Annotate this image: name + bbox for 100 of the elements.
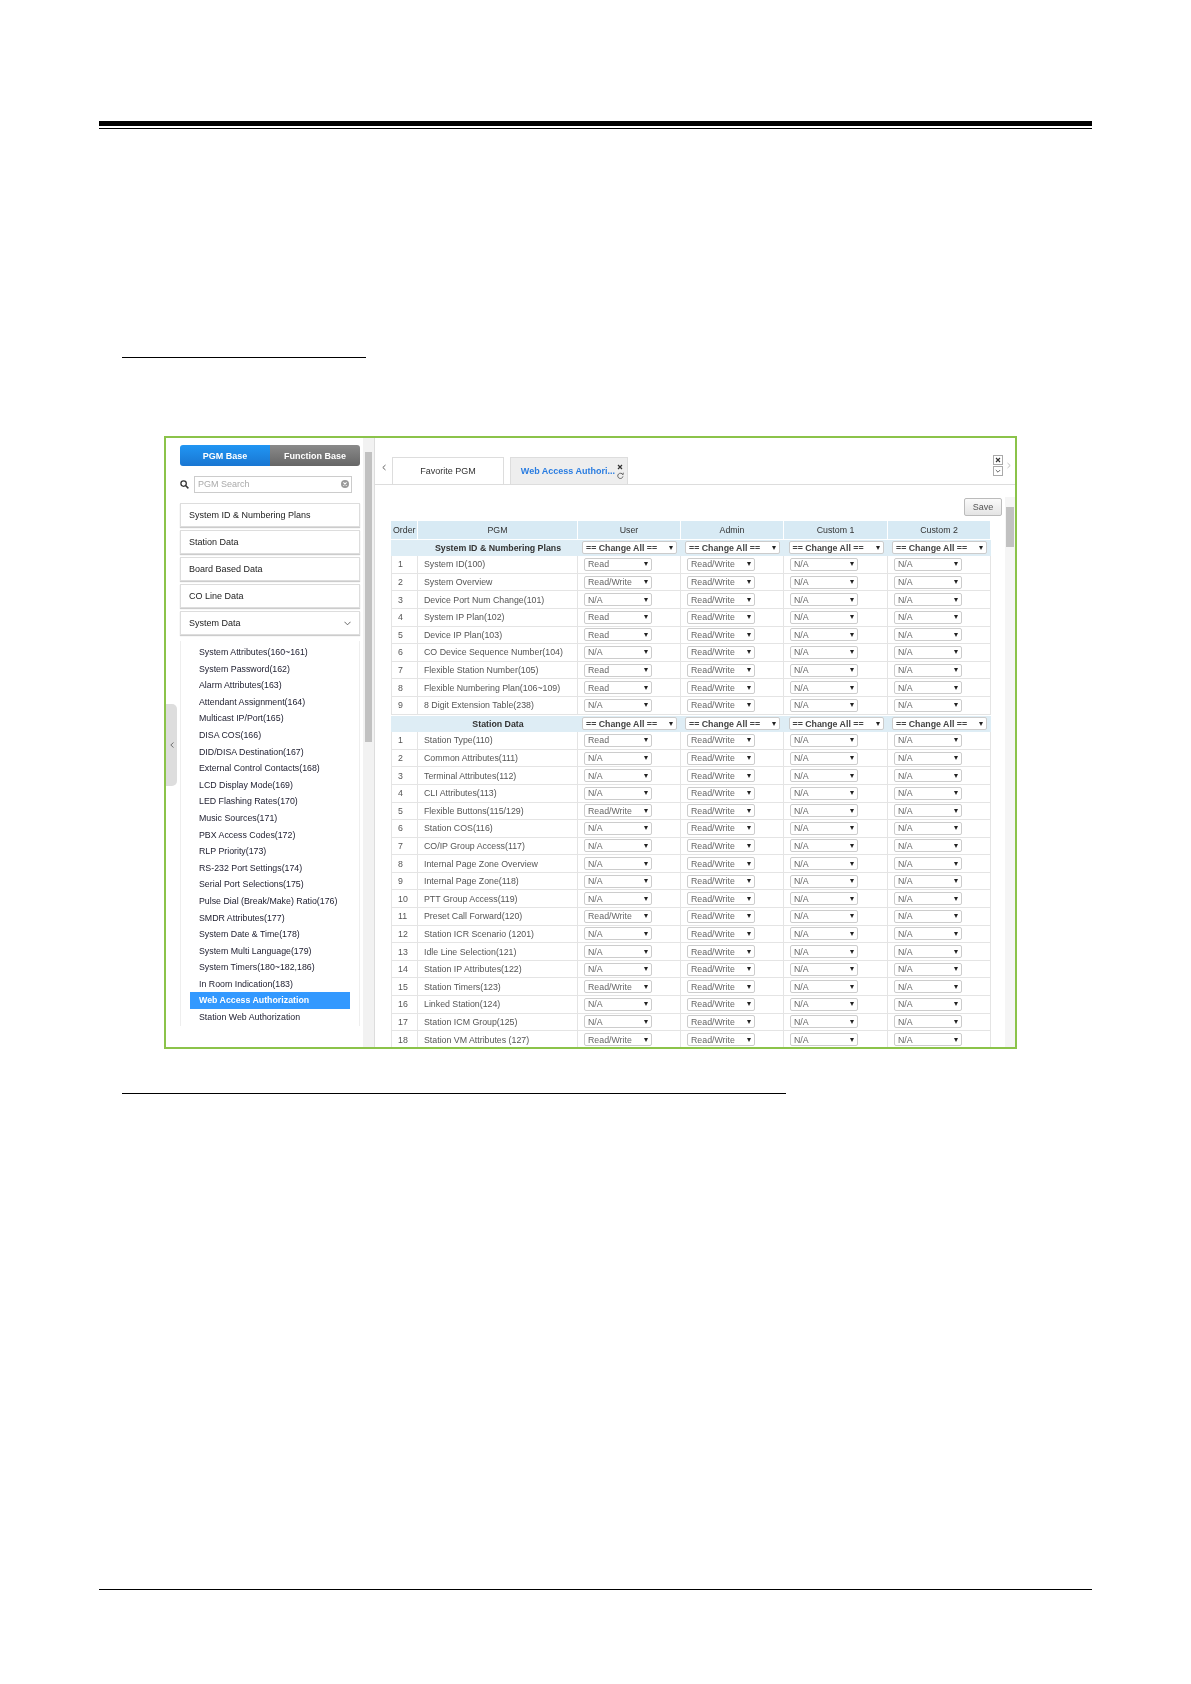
permission-dropdown[interactable]: N/A (584, 698, 652, 712)
permission-dropdown[interactable]: N/A (790, 945, 858, 959)
permission-dropdown[interactable]: Read/Write (687, 610, 755, 624)
permission-dropdown[interactable]: N/A (790, 769, 858, 783)
permission-dropdown[interactable]: N/A (790, 1015, 858, 1029)
permission-dropdown[interactable]: N/A (894, 786, 962, 800)
permission-dropdown[interactable]: N/A (790, 698, 858, 712)
permission-dropdown[interactable]: Read/Write (687, 909, 755, 923)
permission-dropdown[interactable]: N/A (790, 927, 858, 941)
permission-dropdown[interactable]: Read/Write (687, 698, 755, 712)
permission-dropdown[interactable]: Read/Write (687, 751, 755, 765)
permission-dropdown[interactable]: N/A (584, 839, 652, 853)
permission-dropdown[interactable]: N/A (790, 997, 858, 1011)
permission-dropdown[interactable]: N/A (790, 575, 858, 589)
nav-item[interactable]: In Room Indication(183) (190, 975, 350, 993)
permission-dropdown[interactable]: N/A (790, 804, 858, 818)
permission-dropdown[interactable]: N/A (894, 892, 962, 906)
permission-dropdown[interactable]: N/A (584, 645, 652, 659)
scrollbar[interactable] (1005, 497, 1015, 1047)
permission-dropdown[interactable]: N/A (584, 1015, 652, 1029)
permission-dropdown[interactable]: N/A (790, 857, 858, 871)
permission-dropdown[interactable]: N/A (790, 733, 858, 747)
nav-group[interactable]: CO Line Data (180, 584, 360, 608)
chevron-icon[interactable] (993, 466, 1003, 476)
permission-dropdown[interactable]: Read (584, 733, 652, 747)
permission-dropdown[interactable]: Read/Write (687, 945, 755, 959)
nav-item[interactable]: System Multi Language(179) (190, 942, 350, 960)
permission-dropdown[interactable]: Read (584, 663, 652, 677)
permission-dropdown[interactable]: Read/Write (584, 1033, 652, 1046)
change-all-dropdown[interactable]: == Change All == (892, 717, 987, 731)
nav-group[interactable]: Board Based Data (180, 557, 360, 581)
change-all-dropdown[interactable]: == Change All == (788, 541, 884, 555)
permission-dropdown[interactable]: N/A (584, 997, 652, 1011)
permission-dropdown[interactable]: Read/Write (687, 769, 755, 783)
permission-dropdown[interactable]: N/A (894, 610, 962, 624)
permission-dropdown[interactable]: N/A (894, 804, 962, 818)
nav-item[interactable]: System Timers(180~182,186) (190, 959, 350, 976)
nav-group[interactable]: System Data (180, 611, 360, 635)
permission-dropdown[interactable]: Read/Write (687, 645, 755, 659)
permission-dropdown[interactable]: Read/Write (687, 593, 755, 607)
close-icon[interactable] (993, 455, 1003, 465)
permission-dropdown[interactable]: Read/Write (687, 1033, 755, 1046)
permission-dropdown[interactable]: N/A (584, 751, 652, 765)
nav-item[interactable]: Pulse Dial (Break/Make) Ratio(176) (190, 892, 350, 910)
clear-icon[interactable] (341, 480, 349, 488)
permission-dropdown[interactable]: N/A (584, 821, 652, 835)
permission-dropdown[interactable]: N/A (894, 733, 962, 747)
permission-dropdown[interactable]: Read/Write (687, 681, 755, 695)
permission-dropdown[interactable]: N/A (894, 1033, 962, 1046)
permission-dropdown[interactable]: N/A (790, 892, 858, 906)
permission-dropdown[interactable]: N/A (790, 681, 858, 695)
nav-item[interactable]: SMDR Attributes(177) (190, 909, 350, 927)
permission-dropdown[interactable]: N/A (584, 769, 652, 783)
nav-item[interactable]: Music Sources(171) (190, 809, 350, 827)
permission-dropdown[interactable]: Read/Write (687, 804, 755, 818)
permission-dropdown[interactable]: N/A (894, 980, 962, 994)
permission-dropdown[interactable]: N/A (790, 645, 858, 659)
permission-dropdown[interactable]: N/A (894, 1015, 962, 1029)
permission-dropdown[interactable]: N/A (790, 610, 858, 624)
permission-dropdown[interactable]: Read (584, 558, 652, 571)
change-all-dropdown[interactable]: == Change All == (788, 717, 884, 731)
permission-dropdown[interactable]: N/A (894, 909, 962, 923)
permission-dropdown[interactable]: N/A (894, 945, 962, 959)
permission-dropdown[interactable]: N/A (894, 593, 962, 607)
permission-dropdown[interactable]: Read/Write (687, 892, 755, 906)
nav-item[interactable]: System Password(162) (190, 660, 350, 678)
permission-dropdown[interactable]: Read/Write (687, 997, 755, 1011)
permission-dropdown[interactable]: N/A (894, 874, 962, 888)
change-all-dropdown[interactable]: == Change All == (892, 541, 987, 555)
permission-dropdown[interactable]: Read/Write (584, 909, 652, 923)
permission-dropdown[interactable]: N/A (790, 962, 858, 976)
nav-item[interactable]: LED Flashing Rates(170) (190, 793, 350, 810)
permission-dropdown[interactable]: N/A (584, 857, 652, 871)
nav-item[interactable]: Attendant Assignment(164) (190, 693, 350, 711)
permission-dropdown[interactable]: N/A (790, 909, 858, 923)
permission-dropdown[interactable]: Read/Write (687, 786, 755, 800)
permission-dropdown[interactable]: Read (584, 610, 652, 624)
nav-group[interactable]: System ID & Numbering Plans (180, 503, 360, 527)
permission-dropdown[interactable]: N/A (790, 663, 858, 677)
sidebar-tab[interactable]: Function Base (270, 445, 360, 466)
permission-dropdown[interactable]: N/A (584, 962, 652, 976)
permission-dropdown[interactable]: N/A (790, 593, 858, 607)
permission-dropdown[interactable]: N/A (790, 1033, 858, 1046)
permission-dropdown[interactable]: Read (584, 681, 652, 695)
permission-dropdown[interactable]: N/A (790, 786, 858, 800)
permission-dropdown[interactable]: Read/Write (687, 980, 755, 994)
nav-item[interactable]: DISA COS(166) (190, 726, 350, 744)
permission-dropdown[interactable]: N/A (894, 628, 962, 642)
nav-item[interactable]: Station Web Authorization (190, 1009, 350, 1026)
close-icon[interactable] (617, 463, 623, 470)
permission-dropdown[interactable]: Read/Write (687, 575, 755, 589)
permission-dropdown[interactable]: Read/Write (687, 1015, 755, 1029)
permission-dropdown[interactable]: N/A (894, 645, 962, 659)
permission-dropdown[interactable]: N/A (790, 558, 858, 571)
permission-dropdown[interactable]: N/A (894, 681, 962, 695)
permission-dropdown[interactable]: N/A (584, 892, 652, 906)
scrollbar[interactable] (363, 438, 375, 1047)
permission-dropdown[interactable]: N/A (894, 962, 962, 976)
nav-item[interactable]: Alarm Attributes(163) (190, 677, 350, 694)
permission-dropdown[interactable]: Read/Write (584, 575, 652, 589)
